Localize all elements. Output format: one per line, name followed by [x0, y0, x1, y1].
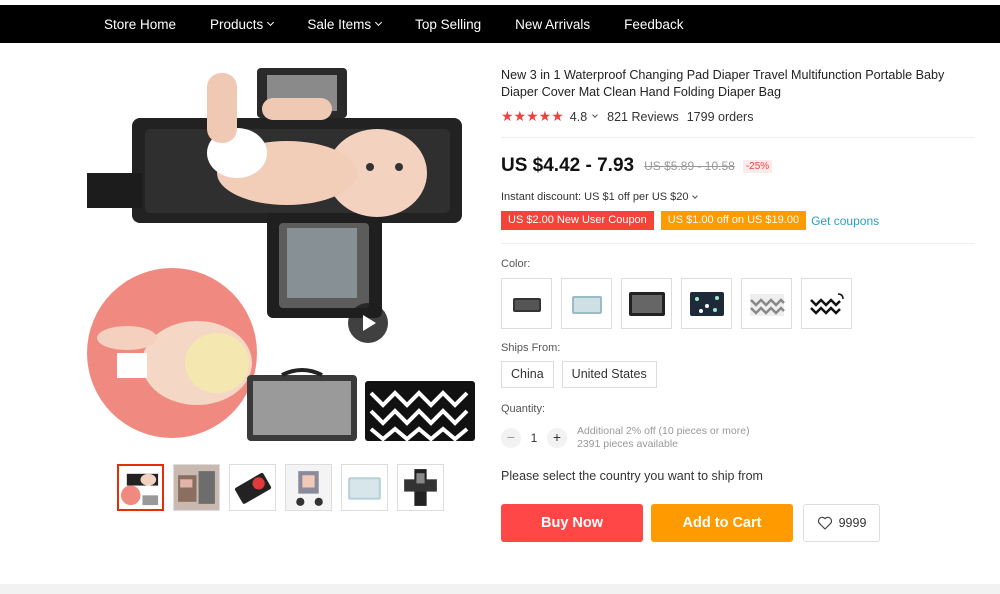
chevron-down-icon[interactable]: [592, 112, 598, 118]
price-row: US $4.42 - 7.93 US $5.89 - 10.58 -25%: [501, 155, 773, 177]
reviews-link[interactable]: 821 Reviews: [607, 110, 679, 124]
current-price: US $4.42 - 7.93: [501, 155, 635, 176]
footer-strip: [0, 584, 1000, 594]
stock-available: 2391 pieces available: [577, 438, 678, 450]
color-label: Color:: [501, 258, 531, 270]
nav-store-home[interactable]: Store Home: [104, 17, 176, 32]
orders-count: 1799 orders: [686, 109, 754, 124]
nav-feedback[interactable]: Feedback: [624, 17, 683, 32]
quantity-label: Quantity:: [501, 403, 546, 415]
quantity-note: Additional 2% off (10 pieces or more) 23…: [577, 425, 750, 451]
color-swatch-dark-gray[interactable]: [621, 278, 672, 329]
bulk-discount-note: Additional 2% off (10 pieces or more): [577, 425, 750, 437]
coupon-row: US $2.00 New User Coupon US $1.00 off on…: [501, 211, 879, 230]
nav-label: Sale Items: [307, 16, 372, 32]
ship-country-message: Please select the country you want to sh…: [501, 469, 763, 483]
instant-discount-text: Instant discount: US $1 off per US $20: [501, 191, 689, 203]
quantity-increase-button[interactable]: +: [547, 428, 567, 448]
thumbnail-pad-spread[interactable]: [397, 464, 444, 511]
nav-label: Store Home: [104, 16, 177, 32]
nav-top-selling[interactable]: Top Selling: [415, 17, 481, 32]
original-price: US $5.89 - 10.58: [644, 159, 735, 173]
rating-row: ★★★★★ 4.8 821 Reviews 1799 orders: [501, 108, 753, 125]
thumbnail-bag-open[interactable]: [173, 464, 220, 511]
color-swatch-floral-navy[interactable]: [681, 278, 732, 329]
thumbnail-stroller[interactable]: [285, 464, 332, 511]
store-coupon[interactable]: US $1.00 off on US $19.00: [660, 211, 807, 230]
nav-new-arrivals[interactable]: New Arrivals: [515, 17, 590, 32]
thumbnail-strip: [117, 464, 444, 511]
ship-from-china[interactable]: China: [501, 361, 554, 388]
divider: [501, 243, 975, 244]
add-to-cart-button[interactable]: Add to Cart: [651, 504, 793, 542]
nav-label: Top Selling: [415, 16, 482, 32]
quantity-stepper: − 1 + Additional 2% off (10 pieces or mo…: [501, 425, 750, 451]
buy-now-button[interactable]: Buy Now: [501, 504, 643, 542]
nav-label: Products: [210, 16, 264, 32]
product-photo-illustration: [87, 68, 475, 442]
ship-from-united-states[interactable]: United States: [561, 361, 657, 388]
nav-label: New Arrivals: [515, 16, 591, 32]
main-product-image[interactable]: [87, 63, 477, 448]
ships-from-label: Ships From:: [501, 342, 561, 354]
new-user-coupon[interactable]: US $2.00 New User Coupon: [501, 211, 654, 230]
wishlist-count: 9999: [838, 516, 867, 530]
store-navbar: Store Home Products Sale Items Top Selli…: [0, 5, 1000, 43]
heart-icon: [817, 516, 832, 530]
color-swatch-gray-chevron[interactable]: [741, 278, 792, 329]
chevron-down-icon: [267, 18, 275, 27]
thumbnail-main-photo[interactable]: [117, 464, 164, 511]
product-title: New 3 in 1 Waterproof Changing Pad Diape…: [501, 68, 945, 99]
chevron-down-icon: [375, 18, 383, 27]
play-video-button[interactable]: [348, 303, 388, 343]
instant-discount[interactable]: Instant discount: US $1 off per US $20: [501, 191, 707, 203]
color-options: [501, 278, 852, 329]
quantity-decrease-button[interactable]: −: [501, 428, 521, 448]
divider: [501, 137, 975, 138]
rating-value[interactable]: 4.8: [570, 110, 587, 124]
star-rating-icon: ★★★★★: [501, 108, 564, 124]
color-swatch-black-chevron[interactable]: [801, 278, 852, 329]
color-swatch-black[interactable]: [501, 278, 552, 329]
thumbnail-folded-pad[interactable]: [341, 464, 388, 511]
get-coupons-link[interactable]: Get coupons: [811, 214, 879, 228]
nav-sale-items[interactable]: Sale Items: [307, 16, 383, 32]
chevron-down-icon: [691, 192, 698, 199]
color-swatch-gray-blue[interactable]: [561, 278, 612, 329]
thumbnail-pad-on-table[interactable]: [229, 464, 276, 511]
nav-products[interactable]: Products: [210, 16, 275, 32]
ships-from-options: China United States: [501, 361, 657, 388]
wishlist-button[interactable]: 9999: [803, 504, 880, 542]
quantity-value[interactable]: 1: [521, 431, 547, 445]
discount-badge: -25%: [742, 159, 773, 173]
nav-label: Feedback: [624, 16, 684, 32]
